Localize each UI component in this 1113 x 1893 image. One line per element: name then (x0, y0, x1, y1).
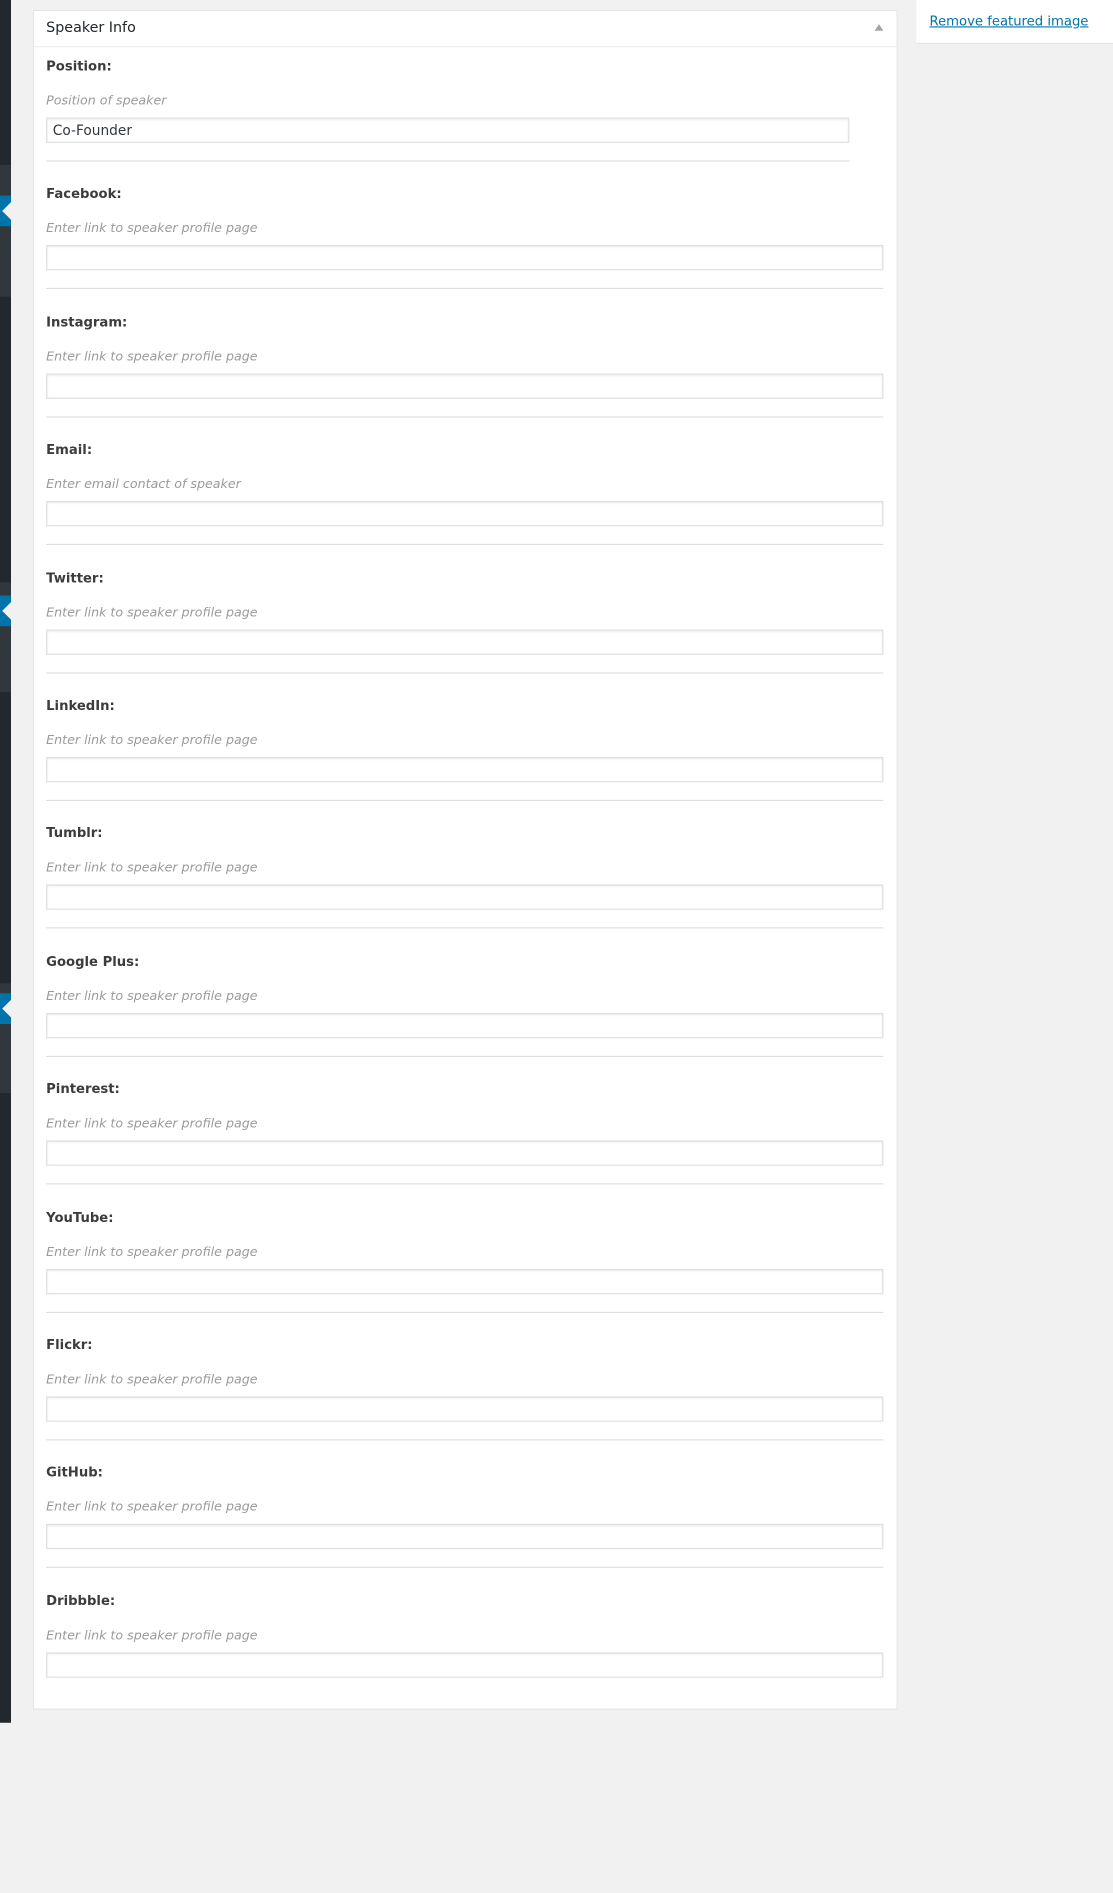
field-divider (46, 672, 884, 674)
field-description: Enter link to speaker profile page (46, 1371, 258, 1387)
field-label: Position: (46, 58, 112, 74)
admin-menu-strip (0, 0, 11, 1723)
field-label: YouTube: (46, 1209, 114, 1226)
field-group: Twitter: Enter link to speaker profile pa… (46, 570, 884, 674)
field-divider (46, 287, 884, 289)
field-label: Email: (46, 441, 93, 458)
field-description: Enter link to speaker profile page (46, 1243, 258, 1260)
field-divider (46, 927, 884, 929)
field-group: Pinterest: Enter link to speaker profile … (46, 1081, 884, 1185)
field-label: GitHub: (46, 1464, 103, 1480)
admin-menu-separator (0, 164, 11, 297)
field-group: LinkedIn: Enter link to speaker profile p… (46, 698, 884, 802)
field-description: Position of speaker (46, 92, 167, 108)
field-group: YouTube: Enter link to speaker profile pa… (46, 1210, 884, 1314)
field-description: Enter link to speaker profile page (46, 604, 258, 620)
metabox-header[interactable]: Speaker Info (34, 11, 897, 48)
field-description: Enter link to speaker profile page (46, 987, 258, 1004)
field-label: Google Plus: (46, 953, 140, 970)
field-input[interactable] (46, 501, 884, 527)
field-group: Facebook: Enter link to speaker profile p… (46, 186, 884, 290)
field-label: Dribbble: (46, 1593, 116, 1609)
active-menu-arrow-icon[interactable] (0, 195, 11, 227)
field-input[interactable] (46, 1013, 884, 1039)
field-input[interactable] (46, 1523, 884, 1550)
page: Speaker Info Position: Position of speake… (0, 0, 1113, 1893)
field-input[interactable] (46, 373, 884, 399)
field-label: Tumblr: (46, 825, 103, 841)
active-menu-arrow-icon[interactable] (0, 993, 11, 1024)
field-label: Pinterest: (46, 1081, 120, 1097)
field-divider (46, 1439, 884, 1441)
field-input[interactable] (46, 1652, 884, 1678)
speaker-info-metabox: Speaker Info Position: Position of speake… (32, 9, 898, 1710)
field-group: Flickr: Enter link to speaker profile pag… (46, 1337, 884, 1441)
field-group: Google Plus: Enter link to speaker profil… (46, 954, 884, 1058)
active-menu-arrow-icon[interactable] (0, 595, 11, 627)
field-divider (46, 543, 884, 545)
field-divider (46, 416, 884, 418)
field-label: Instagram: (46, 314, 128, 330)
field-group: Dribbble: Enter link to speaker profile p… (46, 1593, 884, 1697)
metabox-title: Speaker Info (46, 19, 136, 37)
field-divider (46, 160, 850, 162)
field-divider (46, 1311, 884, 1313)
field-divider (46, 1055, 884, 1057)
field-input[interactable] (46, 757, 884, 783)
field-description: Enter link to speaker profile page (46, 1115, 258, 1131)
field-group: Tumblr: Enter link to speaker profile pag… (46, 825, 884, 929)
field-divider (46, 1183, 884, 1185)
field-group: Position: Position of speaker (46, 58, 884, 162)
field-label: Facebook: (46, 185, 122, 202)
field-group: Instagram: Enter link to speaker profile … (46, 314, 884, 418)
field-input[interactable] (46, 629, 884, 655)
field-input[interactable] (46, 117, 850, 143)
field-description: Enter link to speaker profile page (46, 1498, 258, 1515)
field-description: Enter link to speaker profile page (46, 859, 258, 875)
field-group: GitHub: Enter link to speaker profile pag… (46, 1465, 884, 1569)
featured-image-box: Remove featured image (916, 0, 1113, 44)
field-input[interactable] (46, 245, 884, 271)
field-divider (46, 1566, 884, 1568)
field-input[interactable] (46, 1268, 884, 1295)
field-label: Twitter: (46, 570, 104, 586)
field-description: Enter email contact of speaker (46, 475, 241, 492)
field-input[interactable] (46, 1396, 884, 1422)
field-description: Enter link to speaker profile page (46, 219, 258, 236)
field-divider (46, 799, 884, 801)
field-input[interactable] (46, 1140, 884, 1166)
collapse-toggle-icon[interactable] (874, 24, 884, 31)
field-input[interactable] (46, 884, 884, 910)
remove-featured-image-link[interactable]: Remove featured image (930, 13, 1089, 28)
field-description: Enter link to speaker profile page (46, 731, 258, 748)
field-description: Enter link to speaker profile page (46, 348, 258, 364)
field-group: Email: Enter email contact of speaker (46, 442, 884, 546)
field-description: Enter link to speaker profile page (46, 1627, 258, 1643)
field-label: LinkedIn: (46, 697, 115, 714)
field-label: Flickr: (46, 1337, 93, 1353)
